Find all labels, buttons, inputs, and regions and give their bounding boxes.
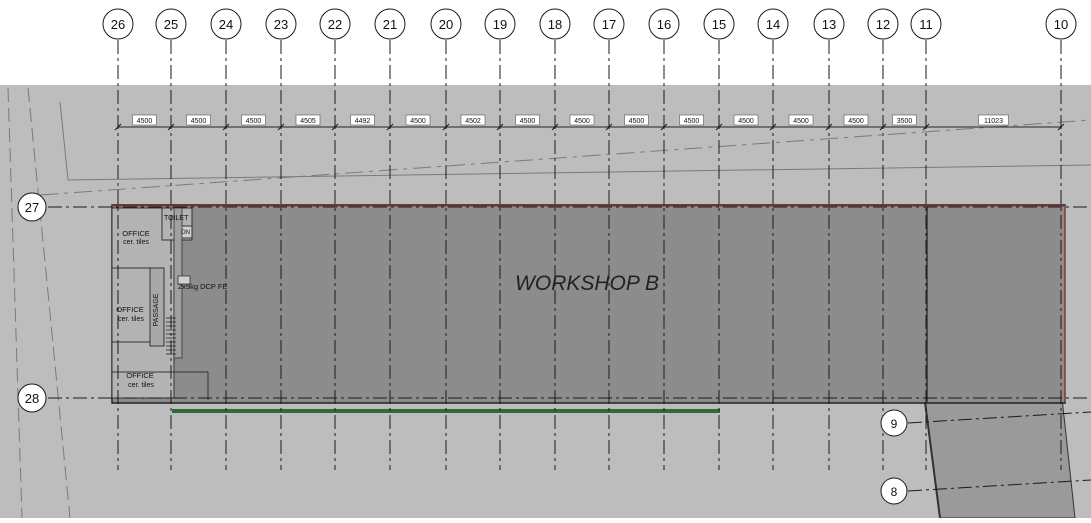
grid-bubble-label: 14 [766,17,780,32]
extinguisher-label: 2x9kg DCP FE [178,282,227,291]
grid-bubble-label: 10 [1054,17,1068,32]
office-finish-top: cer. tiles [123,239,149,246]
workshop-floor [111,204,1066,404]
dimension-value: 4500 [629,118,645,125]
grid-bubble-label: 12 [876,17,890,32]
annex-area [924,397,1076,519]
dimension-value: 3500 [897,118,913,125]
dimension-value: 4500 [246,118,262,125]
toilet-label: TOILET [164,215,189,222]
grid-bubble-label: 26 [111,17,125,32]
grid-bubble-label: 9 [891,417,898,431]
dimension-value: 4500 [191,118,207,125]
grid-bubble-label: 11 [919,17,933,32]
office-label-bottom: OFFICE [126,371,154,380]
grid-bubble-label: 24 [219,17,233,32]
dimension-value: 4500 [793,118,809,125]
drawing-canvas: 4500 4500 4500 4505 4492 4500 4502 4500 4500 4500… [0,0,1091,519]
dimension-value: 4500 [137,118,153,125]
office-finish-bottom: cer. tiles [128,382,154,389]
grid-bubble-label: 18 [548,17,562,32]
grid-bubble-label: 19 [493,17,507,32]
grid-bubble-label: 21 [383,17,397,32]
column-bubbles: 26 25 24 23 22 21 20 19 18 17 16 15 14 13 12 11 10 [102,8,1077,40]
grid-bubble-label: 15 [712,17,726,32]
dimension-value: 4500 [684,118,700,125]
office-finish-mid: cer. tiles [118,316,144,323]
grid-bubble-label: 22 [328,17,342,32]
grid-bubble-label: 25 [164,17,178,32]
dimension-value: 4502 [465,118,481,125]
grid-bubble-label: 13 [822,17,836,32]
dimension-value: 4500 [574,118,590,125]
grid-bubble-label: 17 [602,17,616,32]
dimension-value: 4500 [738,118,754,125]
grid-bubble-label: 27 [25,200,39,215]
grid-bubble-label: 20 [439,17,453,32]
dimension-value: 11023 [984,118,1003,125]
dimension-value: 4492 [355,118,371,125]
passage-label: PASSAGE [153,293,160,326]
dimension-value: 4505 [300,118,316,125]
office-label-top: OFFICE [122,229,150,238]
grid-bubble-label: 8 [891,485,898,499]
grid-bubble-label: 28 [25,391,39,406]
grid-bubble-label: 23 [274,17,288,32]
workshop-title: WORKSHOP B [515,272,659,295]
dimension-value: 4500 [410,118,426,125]
office-label-mid: OFFICE [116,305,144,314]
dimension-value: 4500 [848,118,864,125]
toilet-sub-label: ON [181,230,190,236]
grid-bubble-label: 16 [657,17,671,32]
dimension-value: 4500 [520,118,536,125]
